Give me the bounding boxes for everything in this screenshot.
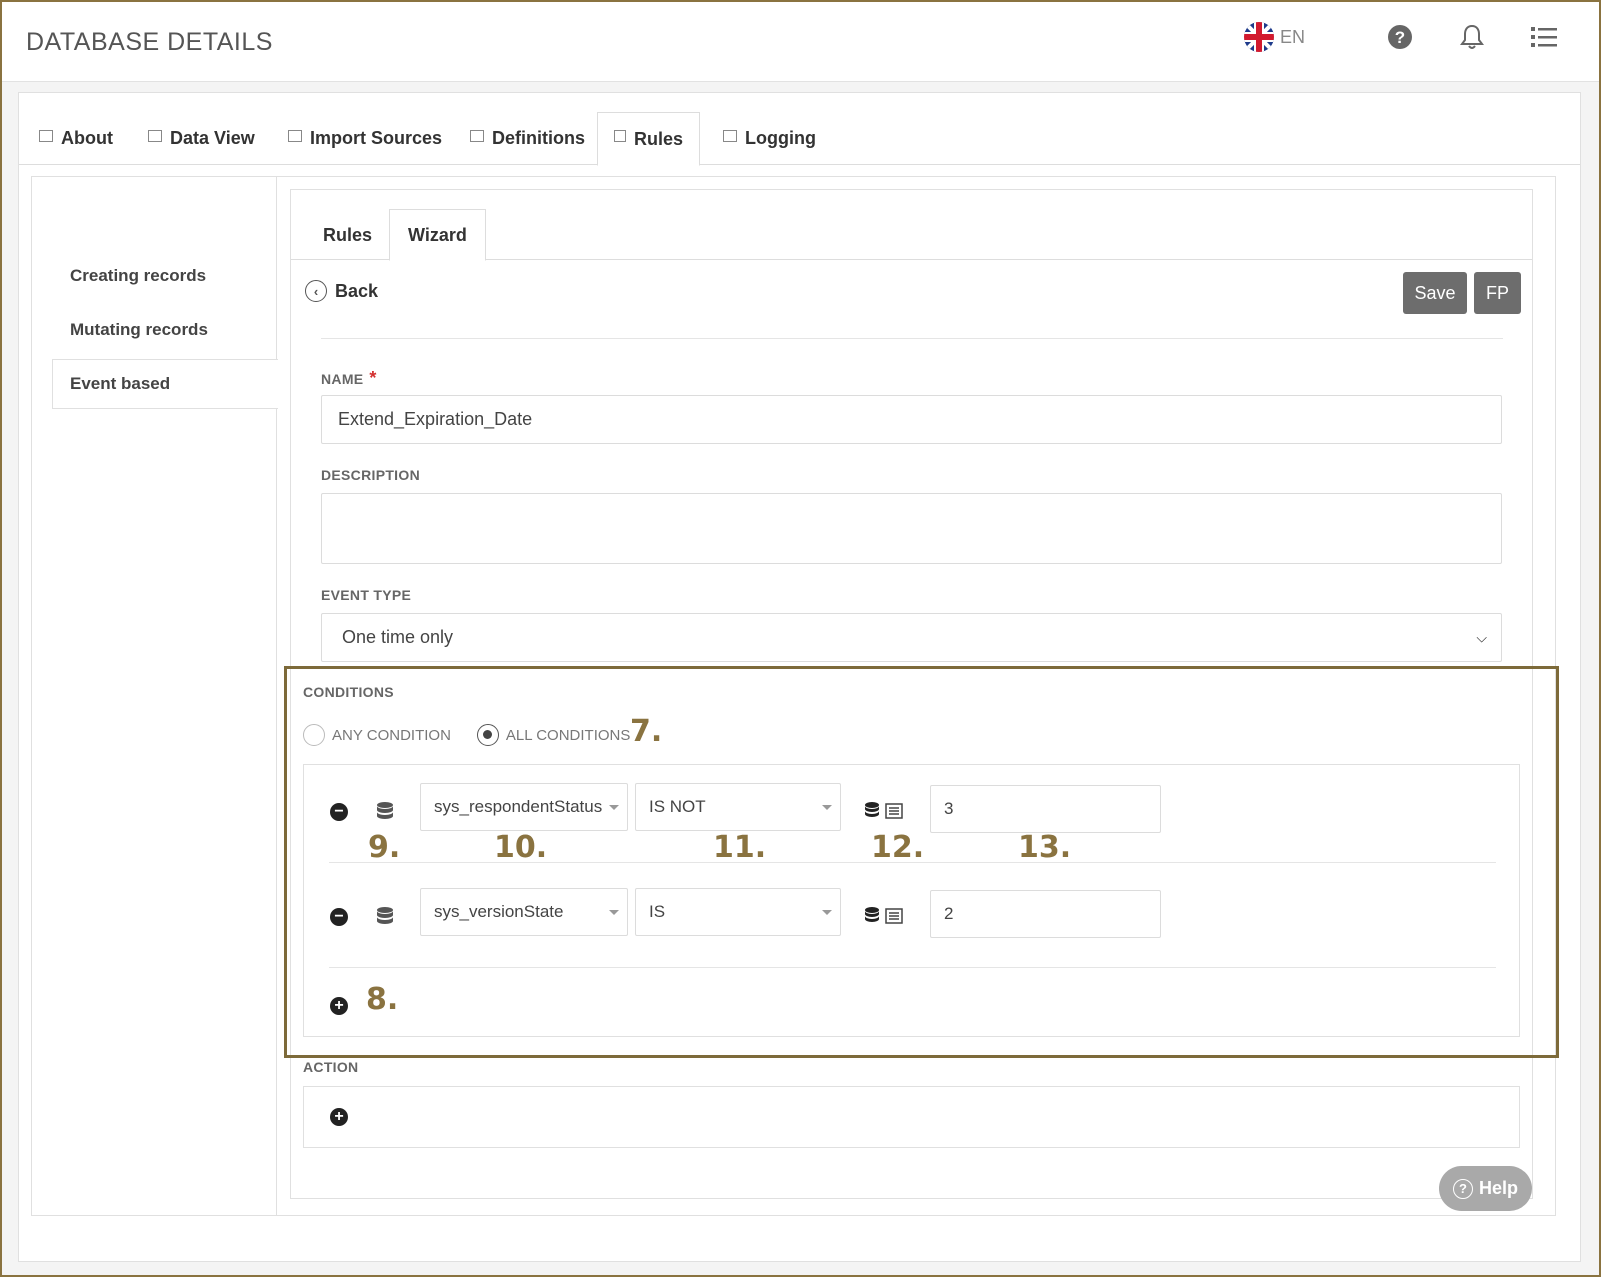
- name-label: NAME *: [321, 368, 377, 389]
- language-switcher[interactable]: EN: [1243, 22, 1305, 52]
- tab-about[interactable]: About: [23, 112, 129, 165]
- conditions-label: CONDITIONS: [303, 684, 394, 700]
- annotation-8: 8.: [366, 982, 399, 1017]
- subtab-rules[interactable]: Rules: [305, 209, 390, 261]
- conditions-list: − sys_respondentStatus IS NOT 3 − sys_ve…: [303, 764, 1520, 1037]
- operator-select[interactable]: IS: [635, 888, 841, 936]
- event-type-label: EVENT TYPE: [321, 587, 412, 603]
- uk-flag-icon: [1243, 22, 1274, 52]
- required-mark: *: [369, 368, 377, 388]
- operator-value: IS: [649, 902, 666, 921]
- bell-icon[interactable]: [1457, 22, 1487, 52]
- back-button[interactable]: ‹ Back: [305, 280, 378, 302]
- sidenav-item-event-based[interactable]: Event based: [70, 374, 170, 394]
- remove-condition-icon[interactable]: −: [330, 803, 348, 821]
- database-icon: [376, 906, 394, 933]
- tab-import-sources[interactable]: Import Sources: [272, 112, 458, 165]
- chevron-left-icon: ‹: [305, 280, 327, 302]
- rules-panel: Creating records Mutating records Event …: [31, 176, 1556, 1216]
- wizard-card: Rules Wizard ‹ Back Save FP NAME * Extend…: [290, 189, 1533, 1199]
- language-code: EN: [1279, 26, 1305, 47]
- monitor-icon: [288, 129, 302, 142]
- condition-mode-radios: ANY CONDITION ALL CONDITIONS: [303, 724, 656, 746]
- chevron-down-icon: ⌵: [1476, 629, 1487, 645]
- value-input[interactable]: 3: [930, 785, 1161, 833]
- help-label: Help: [1478, 1178, 1518, 1198]
- remove-condition-icon[interactable]: −: [330, 908, 348, 926]
- database-icon: [376, 801, 394, 828]
- monitor-icon: [39, 129, 53, 142]
- top-bar: DATABASE DETAILS EN ?: [2, 2, 1599, 82]
- back-label: Back: [335, 280, 379, 301]
- operator-value: IS NOT: [649, 797, 706, 816]
- annotation-12: 12.: [871, 830, 925, 865]
- radio-all-conditions[interactable]: [476, 724, 499, 746]
- tab-label: About: [61, 128, 113, 148]
- row-divider: [329, 967, 1496, 968]
- monitor-icon: [723, 129, 737, 142]
- tab-label: Import Sources: [310, 128, 443, 148]
- value-input[interactable]: 2: [930, 890, 1161, 938]
- tab-rules[interactable]: Rules: [597, 112, 700, 166]
- rule-type-sidenav: Creating records Mutating records Event …: [32, 177, 278, 1215]
- caret-down-icon: [822, 910, 832, 915]
- list-menu-icon[interactable]: [1529, 22, 1559, 52]
- sidenav-item-mutating-records[interactable]: Mutating records: [70, 320, 208, 340]
- tab-definitions[interactable]: Definitions: [454, 112, 601, 165]
- field-select[interactable]: sys_versionState: [420, 888, 628, 936]
- annotation-13: 13.: [1018, 830, 1072, 865]
- action-label: ACTION: [303, 1059, 359, 1075]
- value-source-toggle[interactable]: [864, 905, 904, 932]
- field-select[interactable]: sys_respondentStatus: [420, 783, 628, 831]
- all-conditions-label: ALL CONDITIONS: [505, 726, 631, 744]
- top-icons: EN ?: [1243, 22, 1559, 52]
- tab-label: Logging: [745, 128, 816, 148]
- tab-label: Data View: [170, 128, 255, 148]
- operator-select[interactable]: IS NOT: [635, 783, 841, 831]
- description-textarea[interactable]: [321, 493, 1502, 564]
- annotation-10: 10.: [494, 830, 548, 865]
- field-value: sys_versionState: [434, 902, 564, 921]
- monitor-icon: [148, 129, 162, 142]
- question-icon: ?: [1452, 1178, 1473, 1199]
- add-action-icon[interactable]: +: [330, 1108, 348, 1126]
- caret-down-icon: [609, 805, 619, 810]
- value-source-toggle[interactable]: [864, 800, 904, 827]
- any-condition-label: ANY CONDITION: [332, 726, 451, 744]
- main-card: About Data View Import Sources Definitio…: [18, 92, 1581, 1262]
- tab-data-view[interactable]: Data View: [132, 112, 271, 165]
- save-button[interactable]: Save: [1403, 272, 1467, 314]
- caret-down-icon: [609, 910, 619, 915]
- monitor-icon: [614, 130, 626, 142]
- add-condition-icon[interactable]: +: [330, 997, 348, 1015]
- sidenav-item-creating-records[interactable]: Creating records: [70, 266, 206, 286]
- condition-row: − sys_versionState IS 2: [304, 888, 1519, 968]
- sub-tabs: Rules Wizard: [291, 190, 1532, 261]
- annotation-7: 7.: [630, 714, 663, 749]
- field-value: sys_respondentStatus: [434, 797, 603, 816]
- fp-button[interactable]: FP: [1474, 272, 1521, 314]
- annotation-9: 9.: [368, 830, 401, 865]
- subtab-wizard[interactable]: Wizard: [389, 209, 486, 261]
- divider: [321, 338, 1503, 339]
- main-tabs: About Data View Import Sources Definitio…: [19, 93, 1580, 166]
- help-circle-icon[interactable]: ?: [1385, 22, 1415, 52]
- tab-label: Rules: [633, 128, 683, 149]
- event-type-value: One time only: [342, 627, 454, 647]
- tab-logging[interactable]: Logging: [707, 112, 832, 165]
- name-input[interactable]: Extend_Expiration_Date: [321, 395, 1502, 444]
- description-label: DESCRIPTION: [321, 467, 420, 483]
- page-title: DATABASE DETAILS: [26, 28, 273, 56]
- help-button[interactable]: ? Help: [1439, 1166, 1532, 1211]
- annotation-11: 11.: [713, 830, 767, 865]
- radio-any-condition[interactable]: [303, 724, 325, 746]
- name-label-text: NAME: [321, 371, 364, 387]
- caret-down-icon: [822, 805, 832, 810]
- event-type-select[interactable]: One time only ⌵: [321, 613, 1502, 662]
- svg-text:?: ?: [1395, 28, 1405, 47]
- monitor-icon: [470, 129, 484, 142]
- tab-label: Definitions: [492, 128, 585, 148]
- action-list: +: [303, 1086, 1520, 1148]
